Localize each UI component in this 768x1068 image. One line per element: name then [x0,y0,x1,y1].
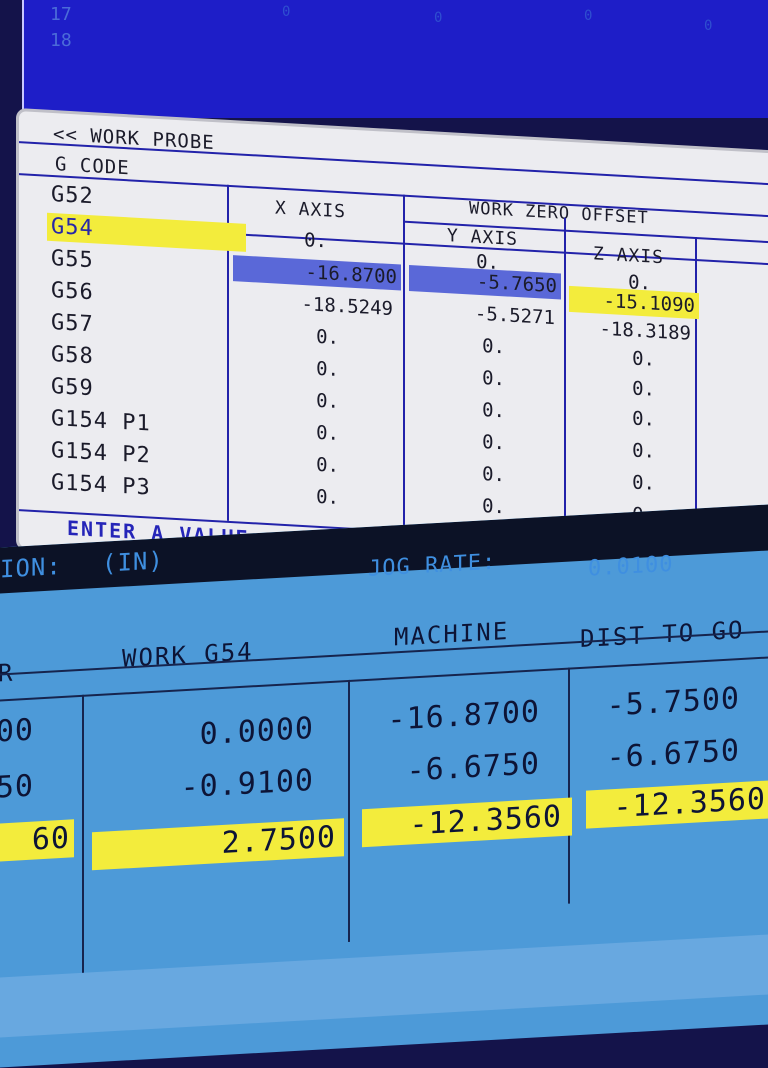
gcode-row[interactable]: G154 P3 [47,469,246,508]
x-offset-cell[interactable]: 0. [299,451,339,479]
position-panel: ION: (IN) JOG RATE: 0.0100 R WORK G54 MA… [0,503,768,1068]
z-offset-cell[interactable]: -18.3189 [579,314,691,346]
units-value: (IN) [102,546,164,578]
dist-to-go-value: -6.6750 [606,733,740,776]
line-number: 17 [50,4,72,25]
z-offset-cell[interactable]: 0. [615,404,655,432]
partial-value: 60 [0,819,74,862]
x-offset-cell[interactable]: 0. [299,323,339,351]
work-value: 2.7500 [92,818,344,871]
partial-value: 50 [0,768,34,806]
jog-rate-value: 0.0100 [588,551,674,582]
dist-to-go-value: -5.7500 [606,681,740,724]
y-offset-cell[interactable]: 0. [465,428,505,456]
divider [403,194,405,531]
x-offset-cell[interactable]: -16.8700 [233,255,401,291]
program-dot: 0 [434,10,443,26]
work-probe-tab[interactable]: << WORK PROBE [53,123,215,154]
y-axis-header: Y AXIS [447,225,519,251]
work-value: -0.9100 [180,762,314,806]
divider [564,217,566,540]
units-label: ION: [0,551,62,584]
y-offset-cell[interactable]: 0. [465,460,505,488]
line-number: 18 [50,30,72,51]
divider [568,667,570,904]
z-offset-cell[interactable]: 0. [615,374,655,402]
y-offset-cell[interactable]: 0. [465,396,505,424]
z-axis-header: Z AXIS [593,243,665,269]
y-offset-cell[interactable]: 0. [465,492,505,520]
y-offset-cell[interactable]: -5.5271 [439,299,555,331]
z-offset-cell[interactable]: 0. [615,468,655,496]
partial-value: 00 [0,712,34,750]
program-dot: 0 [704,18,713,34]
x-offset-cell[interactable]: 0. [299,387,339,415]
divider [0,629,768,676]
x-axis-header: X AXIS [275,197,347,223]
y-offset-cell[interactable]: 0. [465,332,505,360]
divider [82,694,84,991]
x-offset-cell[interactable]: -18.5249 [259,289,393,322]
x-offset-cell[interactable]: 0. [299,419,339,447]
x-offset-cell[interactable]: 0. [299,483,339,511]
y-offset-cell[interactable]: -5.7650 [409,264,561,300]
program-panel: 17 18 0 0 0 0 [22,0,768,118]
z-offset-cell[interactable]: 0. [615,436,655,464]
x-offset-cell[interactable]: 0. [279,226,327,255]
program-dot: 0 [584,8,593,24]
bottom-strip [0,933,768,1038]
divider [695,236,697,548]
machine-value: -6.6750 [406,746,540,789]
work-value: 0.0000 [199,710,314,753]
machine-value: -16.8700 [387,694,541,738]
program-dot: 0 [282,4,291,20]
dist-to-go-value: -12.3560 [586,779,768,829]
y-offset-cell[interactable]: 0. [465,364,505,392]
machine-value: -12.3560 [362,797,572,848]
x-offset-cell[interactable]: 0. [299,355,339,383]
divider [348,679,350,942]
z-offset-cell[interactable]: 0. [615,344,655,372]
